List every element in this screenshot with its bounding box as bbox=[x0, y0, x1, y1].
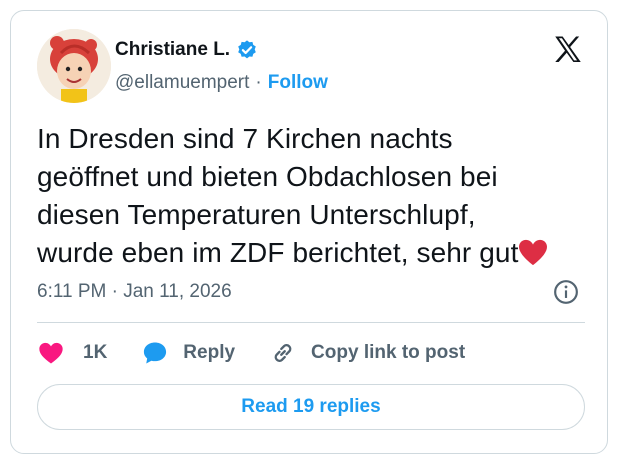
author-name-row: Christiane L. bbox=[115, 39, 258, 61]
read-replies-button[interactable]: Read 19 replies bbox=[37, 384, 585, 430]
avatar[interactable] bbox=[37, 29, 111, 103]
read-replies-label: Read 19 replies bbox=[241, 396, 381, 417]
tweet-text-line-last: wurde eben im ZDF berichtet, sehr gut bbox=[37, 234, 597, 272]
like-count: 1K bbox=[83, 342, 108, 363]
tweet-card: Christiane L. @ellamuempert · Follow In … bbox=[10, 10, 608, 454]
x-logo-icon[interactable] bbox=[551, 33, 585, 67]
tweet-text-line: In Dresden sind 7 Kirchen nachts bbox=[37, 123, 453, 154]
follow-button[interactable]: Follow bbox=[268, 72, 328, 94]
copy-link-button[interactable]: Copy link to post bbox=[269, 339, 465, 367]
tweet-text: In Dresden sind 7 Kirchen nachts geöffne… bbox=[37, 120, 597, 272]
action-bar: 1K Reply Copy link to post bbox=[37, 339, 499, 367]
red-heart-emoji-icon bbox=[519, 239, 548, 266]
tweet-text-line: geöffnet und bieten Obdachlosen bei bbox=[37, 161, 498, 192]
separator-dot: · bbox=[255, 72, 262, 93]
tweet-timestamp[interactable]: 6:11 PM · Jan 11, 2026 bbox=[37, 281, 232, 303]
reply-button[interactable]: Reply bbox=[141, 339, 235, 367]
author-handle[interactable]: @ellamuempert bbox=[115, 72, 249, 94]
tweet-text-line: diesen Temperaturen Unterschlupf, bbox=[37, 199, 476, 230]
avatar-illustration-icon bbox=[37, 29, 111, 103]
tweet-text-line: wurde eben im ZDF berichtet, sehr gut bbox=[37, 237, 519, 268]
reply-bubble-icon bbox=[144, 342, 167, 364]
info-icon[interactable] bbox=[553, 279, 579, 305]
author-name[interactable]: Christiane L. bbox=[115, 39, 230, 61]
like-button[interactable]: 1K bbox=[37, 339, 107, 367]
divider bbox=[37, 322, 585, 323]
reply-label: Reply bbox=[183, 342, 236, 363]
heart-icon bbox=[39, 342, 63, 364]
link-icon bbox=[274, 344, 292, 362]
verified-badge-icon bbox=[238, 40, 256, 59]
copy-link-label: Copy link to post bbox=[311, 342, 466, 363]
author-handle-row: @ellamuempert · Follow bbox=[115, 72, 328, 94]
